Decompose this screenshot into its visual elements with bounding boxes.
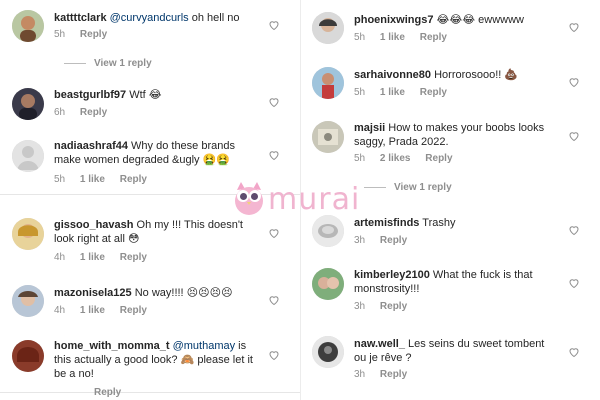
- comment-likes[interactable]: 1 like: [380, 32, 405, 43]
- comment-time: 3h: [354, 235, 366, 246]
- comment-time: 5h: [54, 174, 66, 185]
- watermark-text: murai: [268, 182, 361, 217]
- comment-text: Horrorosooo!! 💩: [431, 69, 519, 81]
- avatar[interactable]: [12, 10, 44, 42]
- reply-button[interactable]: Reply: [80, 107, 107, 118]
- owl-logo-icon: [232, 180, 266, 216]
- view-replies-label: View 1 reply: [94, 58, 152, 69]
- avatar[interactable]: [12, 88, 44, 120]
- comment-mention[interactable]: @muthamay: [173, 340, 236, 352]
- avatar[interactable]: [12, 340, 44, 372]
- comment-username[interactable]: nadiaashraf44: [54, 140, 128, 152]
- heart-icon[interactable]: [568, 76, 580, 88]
- avatar[interactable]: [312, 67, 344, 99]
- reply-button[interactable]: Reply: [120, 305, 147, 316]
- comment-time: 3h: [354, 369, 366, 380]
- comment-time: 3h: [354, 301, 366, 312]
- comment-username[interactable]: naw.well_: [354, 338, 405, 350]
- heart-icon[interactable]: [568, 277, 580, 289]
- reply-button[interactable]: Reply: [380, 369, 407, 380]
- reply-button[interactable]: Reply: [420, 32, 447, 43]
- comment-text: Wtf 😂: [126, 89, 162, 101]
- heart-icon[interactable]: [568, 346, 580, 358]
- avatar[interactable]: [12, 218, 44, 250]
- comment-time: 4h: [54, 252, 66, 263]
- comment-likes[interactable]: 2 likes: [380, 153, 411, 164]
- replies-dash: [64, 62, 86, 64]
- comment-username[interactable]: beastgurlbf97: [54, 89, 126, 101]
- avatar[interactable]: [12, 285, 44, 317]
- comment-username[interactable]: majsii: [354, 122, 385, 134]
- watermark: murai: [232, 180, 372, 220]
- comment-likes[interactable]: 1 like: [80, 305, 105, 316]
- comment-likes[interactable]: 1 like: [80, 174, 105, 185]
- view-replies-button[interactable]: View 1 reply: [364, 182, 452, 193]
- heart-icon[interactable]: [568, 224, 580, 236]
- comment-username[interactable]: sarhaivonne80: [354, 69, 431, 81]
- comment-text: oh hell no: [188, 12, 240, 24]
- reply-button[interactable]: Reply: [380, 301, 407, 312]
- comment-username[interactable]: gissoo_havash: [54, 219, 133, 231]
- comment-time: 5h: [354, 153, 366, 164]
- avatar[interactable]: [312, 12, 344, 44]
- comment-username[interactable]: kimberley2100: [354, 269, 430, 281]
- reply-button[interactable]: Reply: [380, 235, 407, 246]
- comment-time: 5h: [354, 32, 366, 43]
- reply-button[interactable]: Reply: [80, 29, 107, 40]
- heart-icon[interactable]: [568, 21, 580, 33]
- comment-username[interactable]: kattttclark: [54, 12, 107, 24]
- heart-icon[interactable]: [268, 349, 280, 361]
- heart-icon[interactable]: [268, 227, 280, 239]
- reply-button[interactable]: Reply: [94, 387, 121, 398]
- comment-time: 5h: [54, 29, 66, 40]
- comment-username[interactable]: phoenixwings7: [354, 14, 433, 26]
- comment-time: 6h: [54, 107, 66, 118]
- comment-time: 4h: [54, 305, 66, 316]
- heart-icon[interactable]: [268, 19, 280, 31]
- comment-likes[interactable]: 1 like: [380, 87, 405, 98]
- comment-likes[interactable]: 1 like: [80, 252, 105, 263]
- view-replies-label: View 1 reply: [394, 182, 452, 193]
- heart-icon[interactable]: [268, 96, 280, 108]
- comment-time: 5h: [354, 87, 366, 98]
- view-replies-button[interactable]: View 1 reply: [64, 58, 152, 69]
- heart-icon[interactable]: [268, 294, 280, 306]
- reply-button[interactable]: Reply: [425, 153, 452, 164]
- avatar[interactable]: [312, 268, 344, 300]
- comment-username[interactable]: mazonisela125: [54, 287, 132, 299]
- heart-icon[interactable]: [568, 130, 580, 142]
- avatar[interactable]: [312, 121, 344, 153]
- comment-username[interactable]: home_with_momma_t: [54, 340, 170, 352]
- avatar[interactable]: [312, 336, 344, 368]
- comment-text: No way!!!! 😣😣😣😣: [131, 287, 233, 299]
- reply-button[interactable]: Reply: [120, 252, 147, 263]
- comment-text: 😂😂😂 ewwwww: [433, 14, 524, 26]
- reply-button[interactable]: Reply: [120, 174, 147, 185]
- reply-button[interactable]: Reply: [420, 87, 447, 98]
- avatar[interactable]: [12, 140, 44, 172]
- comment-mention[interactable]: @curvyandcurls: [110, 12, 189, 24]
- comment-text: Trashy: [419, 217, 456, 229]
- heart-icon[interactable]: [268, 149, 280, 161]
